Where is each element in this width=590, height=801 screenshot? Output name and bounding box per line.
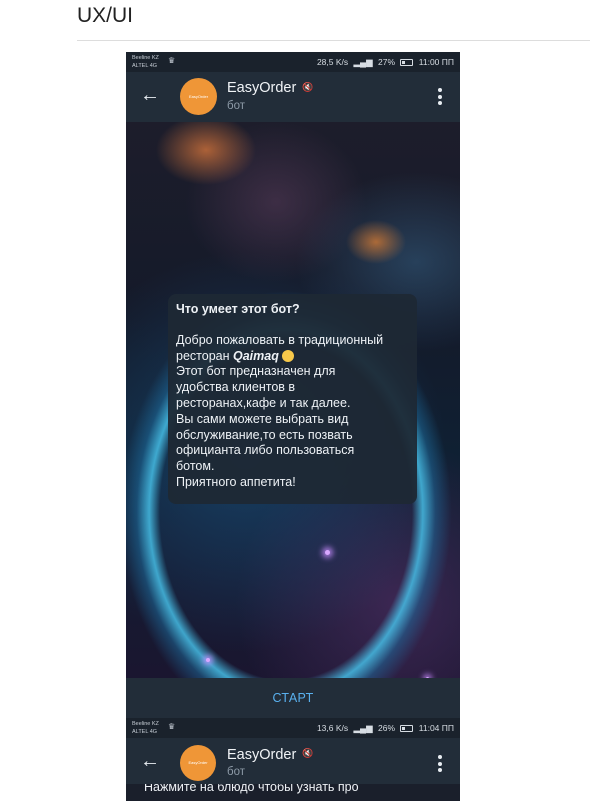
card-line-brand: ресторан Qaimaq [176, 349, 407, 365]
card-text: ресторан [176, 348, 233, 363]
chat-name[interactable]: EasyOrder [227, 747, 296, 763]
signal-icon: ▂▄▆ [353, 57, 373, 67]
message-preview: Нажмите на блюдо чтобы узнать про [126, 784, 460, 801]
carrier-name-1: Beeline KZ [132, 721, 159, 727]
network-speed: 28,5 K/s [316, 57, 349, 67]
title-divider [77, 40, 590, 41]
network-speed: 13,6 K/s [316, 723, 349, 733]
chat-wallpaper: Что умеет этот бот? Добро пожаловать в т… [126, 122, 460, 678]
muted-speaker-icon: 🔇 [302, 82, 314, 92]
chat-header: ← EasyOrder EasyOrder 🔇 бот [126, 72, 460, 122]
crown-icon: ♛ [168, 56, 176, 65]
carrier-name-2: ALTEL 4G [132, 729, 158, 735]
more-options-icon[interactable] [438, 755, 442, 775]
crown-icon: ♛ [168, 722, 176, 731]
card-line: Добро пожаловать в традиционный [176, 332, 384, 347]
avatar[interactable]: EasyOrder [180, 745, 216, 781]
carrier-name-1: Beeline KZ [132, 55, 159, 61]
chat-header: ← EasyOrder EasyOrder 🔇 бот [126, 738, 460, 784]
back-arrow-icon[interactable]: ← [140, 750, 160, 772]
carrier-info: Beeline KZ ALTEL 4G [132, 720, 159, 736]
muted-speaker-icon: 🔇 [302, 748, 314, 758]
battery-percent: 26% [378, 723, 396, 733]
avatar[interactable]: EasyOrder [180, 78, 217, 115]
status-bar: Beeline KZ ALTEL 4G ♛ 28,5 K/s ▂▄▆ 27% 1… [126, 52, 460, 72]
status-bar: Beeline KZ ALTEL 4G ♛ 13,6 K/s ▂▄▆ 26% 1… [126, 718, 460, 738]
message-text: Нажмите на блюдо чтобы узнать про [144, 784, 359, 794]
signal-icon: ▂▄▆ [353, 723, 373, 733]
status-indicators: 28,5 K/s ▂▄▆ 27% 11:00 ПП [314, 57, 454, 68]
carrier-name-2: ALTEL 4G [132, 63, 158, 69]
chat-subtitle: бот [227, 100, 245, 112]
start-button[interactable]: СТАРТ [126, 678, 460, 718]
card-line: ресторанах,кафе и так далее. [176, 395, 351, 410]
more-options-icon[interactable] [438, 88, 442, 108]
screenshot-1: Beeline KZ ALTEL 4G ♛ 28,5 K/s ▂▄▆ 27% 1… [126, 52, 460, 718]
page-title: UX/UI [77, 4, 134, 27]
chat-name[interactable]: EasyOrder [227, 80, 296, 96]
bot-description-card: Что умеет этот бот? Добро пожаловать в т… [168, 294, 417, 504]
carrier-info: Beeline KZ ALTEL 4G [132, 54, 159, 70]
clock: 11:04 ПП [418, 723, 454, 733]
battery-icon [400, 725, 414, 732]
star-decoration [206, 658, 210, 662]
card-line: удобства клиентов в [176, 380, 296, 395]
chat-subtitle: бот [227, 766, 245, 778]
card-line: ботом. [176, 459, 215, 474]
brand-name: Qaimaq [232, 348, 279, 363]
status-indicators: 13,6 K/s ▂▄▆ 26% 11:04 ПП [314, 723, 454, 734]
screenshot-2: Beeline KZ ALTEL 4G ♛ 13,6 K/s ▂▄▆ 26% 1… [126, 718, 460, 801]
battery-percent: 27% [378, 57, 396, 67]
card-title: Что умеет этот бот? [176, 302, 300, 316]
card-line: Приятного аппетита! [176, 474, 296, 489]
card-line: Вы сами можете выбрать вид [176, 411, 349, 426]
card-line: Этот бот предназначен для [176, 364, 336, 379]
battery-icon [400, 59, 414, 66]
star-decoration [325, 550, 330, 555]
clock: 11:00 ПП [418, 57, 454, 67]
card-line: обслуживание,то есть позвать [176, 427, 353, 442]
back-arrow-icon[interactable]: ← [140, 84, 160, 106]
card-line: официанта либо пользоваться [176, 443, 355, 458]
smiling-face-icon [281, 349, 294, 362]
